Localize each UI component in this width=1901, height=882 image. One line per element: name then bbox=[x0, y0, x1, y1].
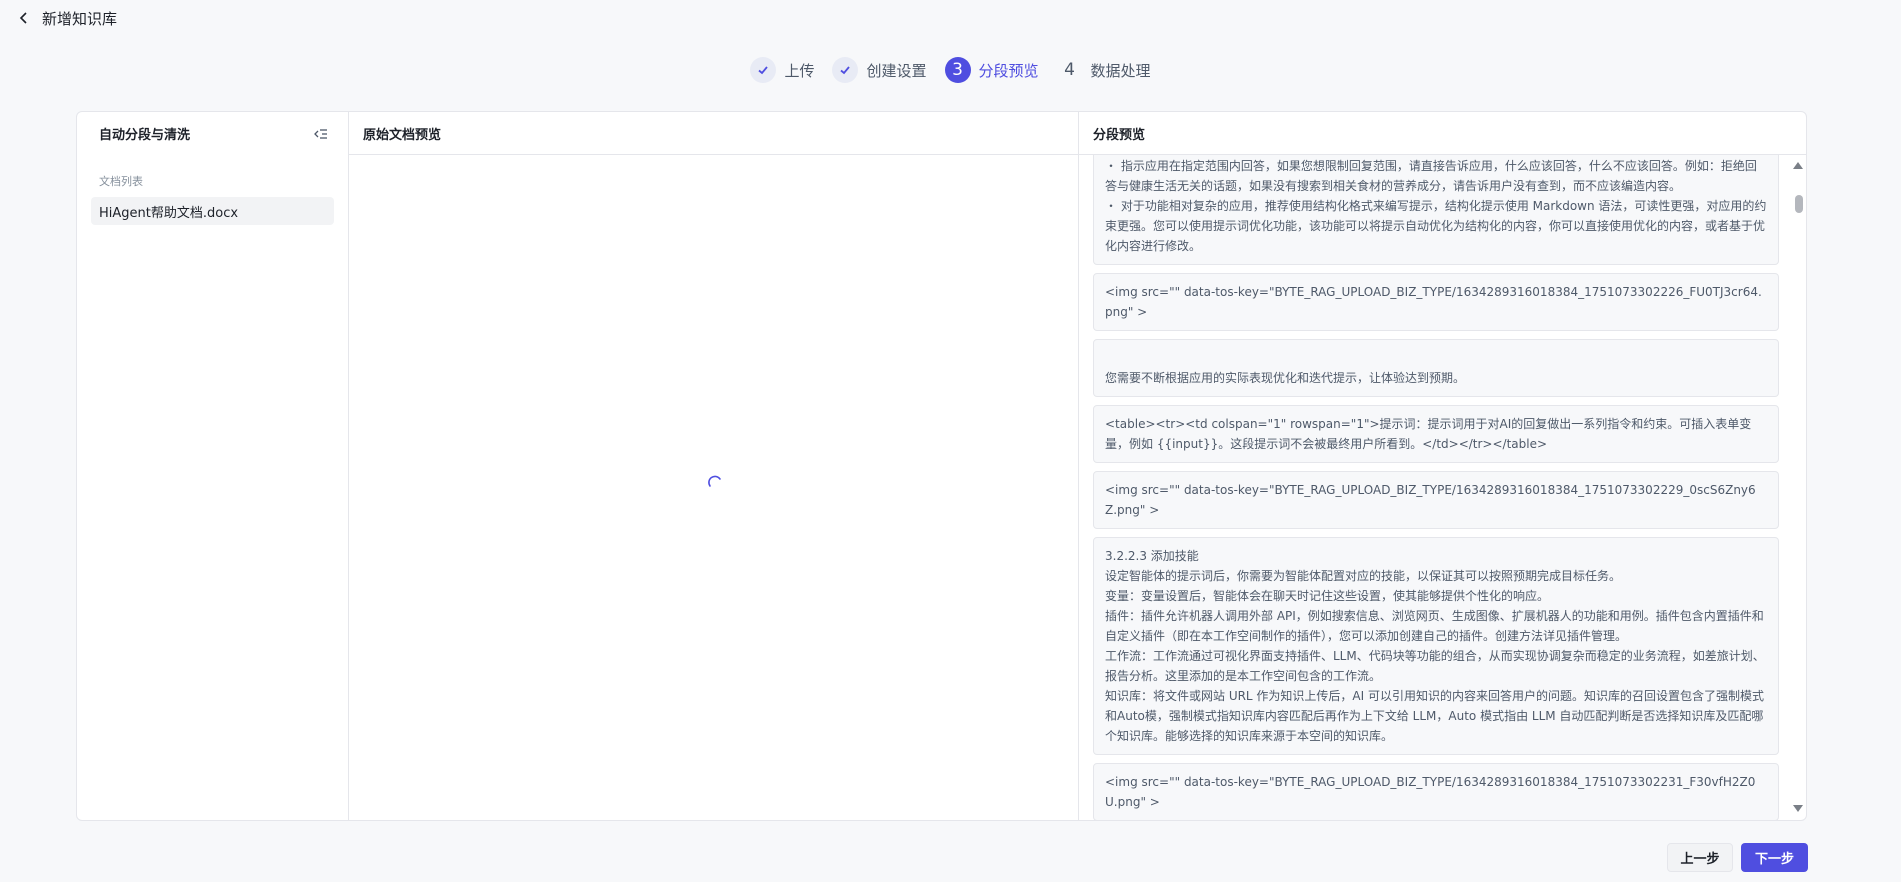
header-bar: 新增知识库 bbox=[0, 0, 1901, 36]
doc-list-item[interactable]: HiAgent帮助文档.docx bbox=[91, 197, 334, 225]
panel-title: 分段预览 bbox=[1079, 112, 1806, 155]
panel-header: 自动分段与清洗 bbox=[77, 112, 348, 155]
step-label: 创建设置 bbox=[866, 61, 927, 80]
segment-preview-panel: 分段预览 ・ 指示应用在指定范围内回答，如果您想限制回复范围，请直接告诉应用，什… bbox=[1079, 112, 1806, 820]
segment-text: <table><tr><td colspan="1" rowspan="1">提… bbox=[1105, 417, 1752, 451]
panel-title: 自动分段与清洗 bbox=[99, 128, 191, 143]
segment-text: <img src="" data-tos-key="BYTE_RAG_UPLOA… bbox=[1105, 775, 1756, 809]
segment-card: 3.2.2.3 添加技能设定智能体的提示词后，你需要为智能体配置对应的技能，以保… bbox=[1093, 537, 1779, 755]
segment-text: <img src="" data-tos-key="BYTE_RAG_UPLOA… bbox=[1105, 285, 1762, 319]
panel-title: 原始文档预览 bbox=[349, 112, 1078, 155]
back-arrow-icon[interactable] bbox=[16, 10, 32, 26]
step-segment-preview: 3 分段预览 bbox=[944, 57, 1039, 83]
step-label: 上传 bbox=[784, 61, 815, 80]
step-number: 4 bbox=[1064, 60, 1075, 80]
segment-card: 您需要不断根据应用的实际表现优化和迭代提示，让体验达到预期。 bbox=[1093, 339, 1779, 397]
segmentation-settings-panel: 自动分段与清洗 文档列表 HiAgent帮助文档.docx bbox=[77, 112, 349, 820]
step-data-processing: 4 数据处理 bbox=[1057, 57, 1151, 83]
check-icon bbox=[832, 57, 859, 83]
scrollbar[interactable] bbox=[1792, 155, 1806, 820]
segment-text: 设定智能体的提示词后，你需要为智能体配置对应的技能，以保证其可以按照预期完成目标… bbox=[1105, 569, 1622, 583]
doc-list-label: 文档列表 bbox=[99, 175, 143, 188]
original-doc-preview-panel: 原始文档预览 bbox=[349, 112, 1079, 820]
page-title: 新增知识库 bbox=[42, 9, 118, 28]
segment-text: 知识库：将文件或网站 URL 作为知识上传后，AI 可以引用知识的内容来回答用户… bbox=[1105, 689, 1765, 743]
step-label: 分段预览 bbox=[978, 61, 1039, 80]
step-indicator: 上传 创建设置 3 分段预览 4 数据处理 bbox=[0, 56, 1901, 84]
segment-text: 工作流：工作流通过可视化界面支持插件、LLM、代码块等功能的组合，从而实现协调复… bbox=[1105, 649, 1765, 683]
step-upload: 上传 bbox=[750, 57, 814, 83]
segment-card: <img src="" data-tos-key="BYTE_RAG_UPLOA… bbox=[1093, 763, 1779, 820]
segment-card: <img src="" data-tos-key="BYTE_RAG_UPLOA… bbox=[1093, 471, 1779, 529]
segment-card: <img src="" data-tos-key="BYTE_RAG_UPLOA… bbox=[1093, 273, 1779, 331]
scroll-up-arrow-icon[interactable] bbox=[1793, 162, 1803, 169]
segment-text: 您需要不断根据应用的实际表现优化和迭代提示，让体验达到预期。 bbox=[1105, 371, 1466, 385]
loading-spinner-icon bbox=[708, 475, 721, 487]
step-create-settings: 创建设置 bbox=[832, 57, 927, 83]
segment-text: ・ 指示应用在指定范围内回答，如果您想限制回复范围，请直接告诉应用，什么应该回答… bbox=[1105, 159, 1757, 193]
segment-text: <img src="" data-tos-key="BYTE_RAG_UPLOA… bbox=[1105, 483, 1756, 517]
next-step-button[interactable]: 下一步 bbox=[1741, 843, 1808, 872]
check-icon bbox=[750, 57, 777, 83]
segment-text: 变量：变量设置后，智能体会在聊天时记住这些设置，使其能够提供个性化的响应。 bbox=[1105, 589, 1550, 603]
segment-card: <table><tr><td colspan="1" rowspan="1">提… bbox=[1093, 405, 1779, 463]
segment-text: 插件：插件允许机器人调用外部 API，例如搜索信息、浏览网页、生成图像、扩展机器… bbox=[1105, 609, 1764, 643]
scroll-down-arrow-icon[interactable] bbox=[1793, 805, 1803, 812]
segment-text bbox=[1105, 348, 1767, 368]
scrollbar-thumb[interactable] bbox=[1795, 195, 1803, 213]
segment-text: ・ 对于功能相对复杂的应用，推荐使用结构化格式来编写提示，结构化提示使用 Mar… bbox=[1105, 199, 1767, 253]
segment-card: ・ 指示应用在指定范围内回答，如果您想限制回复范围，请直接告诉应用，什么应该回答… bbox=[1093, 155, 1779, 265]
step-label: 数据处理 bbox=[1090, 61, 1151, 80]
segment-list[interactable]: ・ 指示应用在指定范围内回答，如果您想限制回复范围，请直接告诉应用，什么应该回答… bbox=[1079, 155, 1806, 820]
collapse-panel-icon[interactable] bbox=[314, 127, 328, 141]
step-number: 3 bbox=[944, 57, 971, 83]
main-panel: 自动分段与清洗 文档列表 HiAgent帮助文档.docx 原始文档预览 分段预… bbox=[76, 111, 1807, 821]
prev-step-button[interactable]: 上一步 bbox=[1667, 843, 1733, 872]
segment-text: 3.2.2.3 添加技能 bbox=[1105, 549, 1199, 563]
